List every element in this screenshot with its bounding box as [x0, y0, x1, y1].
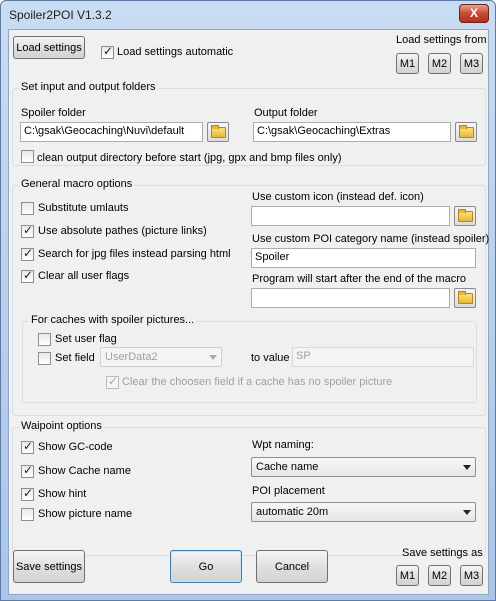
open-folder-icon	[458, 291, 473, 304]
output-folder-browse-button[interactable]	[455, 122, 477, 142]
window-title: Spoiler2POI V1.3.2	[9, 8, 112, 22]
save-m2-button[interactable]: M2	[428, 565, 451, 586]
clear-user-flags-checkbox[interactable]	[21, 268, 34, 283]
show-hint-checkbox[interactable]	[21, 486, 34, 501]
search-jpg-checkbox[interactable]	[21, 246, 34, 261]
folder-icon	[211, 125, 226, 138]
folders-group: Set input and output folders Spoiler fol…	[12, 81, 486, 166]
absolute-paths-label: Use absolute pathes (picture links)	[38, 225, 207, 237]
chevron-down-icon	[463, 510, 471, 515]
load-m3-button[interactable]: M3	[460, 53, 483, 74]
custom-icon-label: Use custom icon (instead def. icon)	[252, 191, 424, 203]
set-field-label: Set field	[55, 352, 95, 364]
to-value-input[interactable]: SP	[292, 347, 474, 367]
folders-group-title: Set input and output folders	[19, 81, 158, 93]
go-button[interactable]: Go	[170, 550, 242, 583]
load-m2-button[interactable]: M2	[428, 53, 451, 74]
load-from-label: Load settings from	[396, 34, 487, 46]
load-settings-button[interactable]: Load settings	[13, 36, 85, 59]
poi-placement-label: POI placement	[252, 485, 325, 497]
to-value-label: to value	[251, 352, 290, 364]
close-button[interactable]: X	[459, 4, 489, 23]
set-field-checkbox[interactable]	[38, 352, 51, 365]
custom-icon-browse-button[interactable]	[454, 206, 476, 226]
macro-options-group-title: General macro options	[19, 178, 135, 190]
clear-field-checkbox[interactable]	[106, 374, 119, 389]
substitute-umlauts-checkbox[interactable]	[21, 202, 34, 215]
cancel-button[interactable]: Cancel	[256, 550, 328, 583]
field-select[interactable]: UserData2	[100, 347, 222, 367]
output-folder-input[interactable]: C:\gsak\Geocaching\Extras	[253, 122, 451, 142]
spoiler-folder-browse-button[interactable]	[207, 122, 229, 142]
show-gc-code-checkbox[interactable]	[21, 439, 34, 454]
show-cache-name-label: Show Cache name	[38, 465, 131, 477]
spoiler-folder-input[interactable]: C:\gsak\Geocaching\Nuvi\default	[20, 122, 203, 142]
spoiler-caches-group: For caches with spoiler pictures... Set …	[22, 314, 477, 403]
waypoint-options-group: Waipoint options Show GC-code Show Cache…	[12, 420, 486, 556]
substitute-umlauts-label: Substitute umlauts	[38, 202, 129, 214]
app-window: Spoiler2POI V1.3.2 X Load settings Load …	[0, 0, 496, 601]
clear-user-flags-label: Clear all user flags	[38, 270, 130, 282]
show-picture-name-label: Show picture name	[38, 508, 133, 520]
chevron-down-icon	[463, 465, 471, 470]
clean-output-checkbox[interactable]	[21, 150, 34, 163]
save-m1-button[interactable]: M1	[396, 565, 419, 586]
show-hint-label: Show hint	[38, 488, 87, 500]
clear-field-label: Clear the choosen field if a cache has n…	[122, 376, 393, 388]
spoiler-caches-group-title: For caches with spoiler pictures...	[29, 314, 197, 326]
macro-options-group: General macro options Substitute umlauts…	[12, 178, 490, 416]
poi-placement-select[interactable]: automatic 20m	[251, 502, 476, 522]
output-folder-label: Output folder	[254, 107, 318, 119]
wpt-naming-select[interactable]: Cache name	[251, 457, 476, 477]
load-auto-label: Load settings automatic	[117, 46, 234, 58]
custom-category-input[interactable]: Spoiler	[251, 248, 476, 268]
load-m1-button[interactable]: M1	[396, 53, 419, 74]
set-user-flag-label: Set user flag	[55, 333, 117, 345]
show-picture-name-checkbox[interactable]	[21, 508, 34, 521]
spoiler-folder-label: Spoiler folder	[21, 107, 86, 119]
set-user-flag-checkbox[interactable]	[38, 333, 51, 346]
chevron-down-icon	[209, 355, 217, 360]
custom-category-label: Use custom POI category name (instead sp…	[252, 233, 490, 245]
show-gc-code-label: Show GC-code	[38, 441, 113, 453]
open-folder-icon	[458, 209, 473, 222]
save-m3-button[interactable]: M3	[460, 565, 483, 586]
wpt-naming-label: Wpt naming:	[252, 439, 314, 451]
program-label: Program will start after the end of the …	[252, 273, 466, 285]
clean-output-label: clean output directory before start (jpg…	[37, 152, 342, 164]
save-as-label: Save settings as	[402, 547, 483, 559]
custom-icon-input[interactable]	[251, 206, 450, 226]
main-panel: Load settings Load settings automatic Lo…	[8, 29, 489, 595]
program-browse-button[interactable]	[454, 288, 476, 308]
program-input[interactable]	[251, 288, 450, 308]
title-bar[interactable]: Spoiler2POI V1.3.2 X	[1, 1, 495, 29]
load-auto-checkbox[interactable]	[101, 44, 114, 59]
poi-placement-value: automatic 20m	[256, 506, 329, 518]
save-settings-button[interactable]: Save settings	[13, 550, 85, 583]
waypoint-options-group-title: Waipoint options	[19, 420, 104, 432]
folder-icon	[459, 125, 474, 138]
search-jpg-label: Search for jpg files instead parsing htm…	[38, 248, 231, 260]
show-cache-name-checkbox[interactable]	[21, 463, 34, 478]
absolute-paths-checkbox[interactable]	[21, 223, 34, 238]
field-select-value: UserData2	[105, 351, 158, 363]
wpt-naming-value: Cache name	[256, 461, 319, 473]
